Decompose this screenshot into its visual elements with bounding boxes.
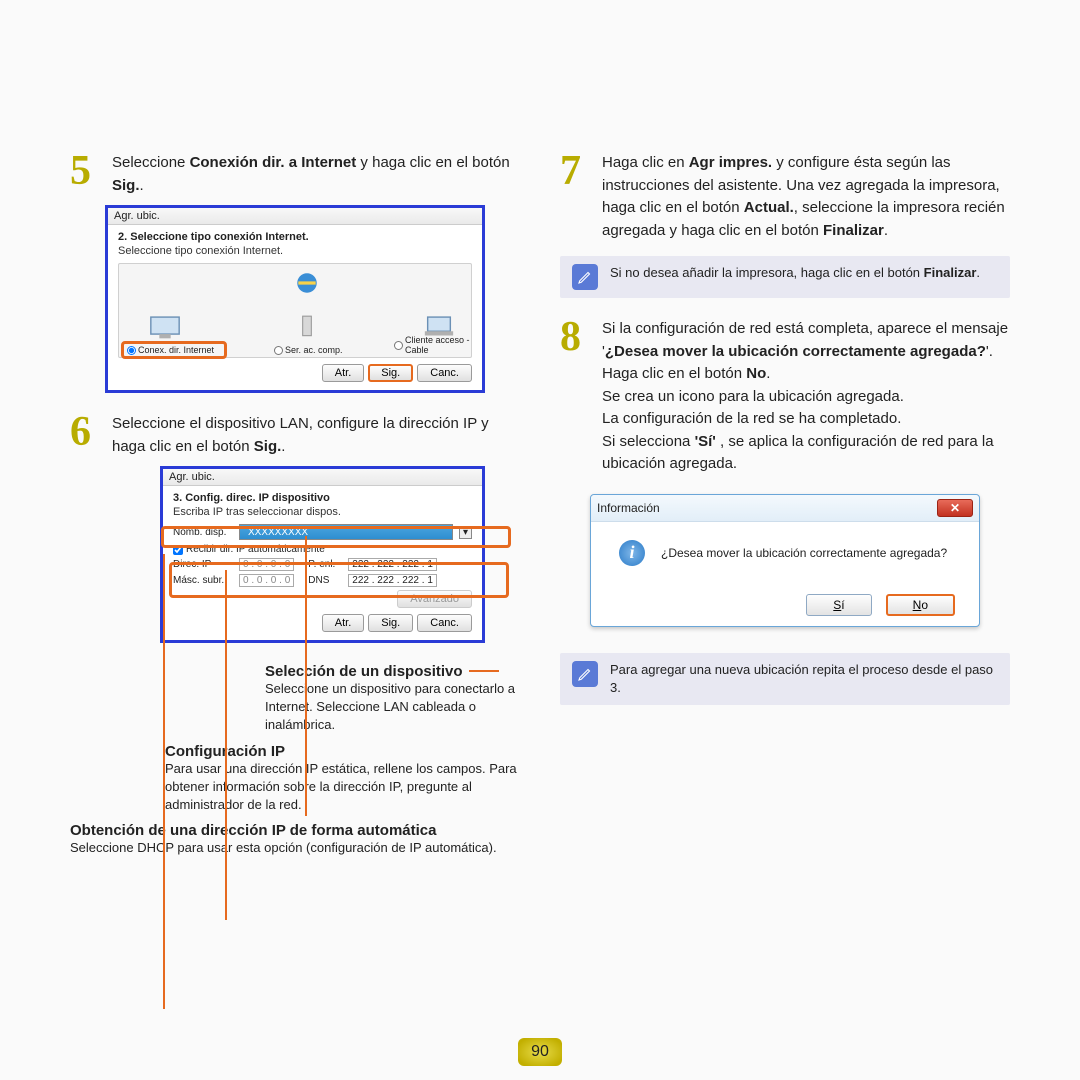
cancel-button[interactable]: Canc. [417,364,472,382]
callout-auto-ip: Obtención de una dirección IP de forma a… [70,822,520,857]
callout-ip-config: Configuración IP Para usar una dirección… [165,743,520,815]
wizard-step-subtitle: Escriba IP tras seleccionar dispos. [173,506,472,518]
step-5: 5 Seleccione Conexión dir. a Internet y … [70,150,520,197]
callout-heading: Selección de un dispositivo [265,663,463,680]
callout-heading: Configuración IP [165,743,520,760]
dialog-title: Información [597,501,660,515]
next-button[interactable]: Sig. [368,364,413,382]
highlight-option-direct [121,341,227,359]
screenshot-ip-config: Agr. ubic. 3. Config. direc. IP disposit… [160,466,485,643]
step-text: Haga clic en Agr impres. y configure ést… [602,150,1010,242]
t: Agr impres. [689,154,772,171]
back-button[interactable]: Atr. [322,364,365,382]
no-button[interactable]: No [886,594,955,616]
page-number: 90 [518,1038,562,1066]
t: . [884,222,888,239]
t: La configuración de la red se ha complet… [602,410,901,427]
step-number: 5 [70,150,102,197]
server-icon [287,314,327,348]
t: . [281,438,285,455]
network-diagram: Conex. dir. Internet Ser. ac. comp. Clie… [118,263,472,358]
callout-body: Seleccione un dispositivo para conectarl… [265,680,520,735]
t: Cliente acceso - Cable [405,335,471,355]
wizard-step-title: 2. Seleccione tipo conexión Internet. [118,231,472,243]
highlight-ip-rows [169,562,509,598]
t: . [140,177,144,194]
note-text: Para agregar una nueva ubicación repita … [610,661,998,697]
back-button[interactable]: Atr. [322,614,365,632]
t: í [841,598,844,612]
ie-icon [287,270,327,304]
t: Finalizar [823,222,884,239]
step-8: 8 Si la configuración de red está comple… [560,316,1010,476]
t: Actual. [744,199,794,216]
connector-line [225,570,227,920]
step-text: Seleccione Conexión dir. a Internet y ha… [112,150,520,197]
t: 'Sí' [695,433,716,450]
t: . [976,265,980,280]
t: Si no desea añadir la impresora, haga cl… [610,265,924,280]
option-cable-client[interactable]: Cliente acceso - Cable [394,335,471,355]
t: . [766,365,770,382]
note-repeat-process: Para agregar una nueva ubicación repita … [560,653,1010,705]
step-text: Si la configuración de red está completa… [602,316,1010,476]
highlight-device-row [161,526,511,548]
note-text: Si no desea añadir la impresora, haga cl… [610,264,980,282]
callout-heading: Obtención de una dirección IP de forma a… [70,822,520,839]
step-number: 7 [560,150,592,242]
connector-line [305,536,307,816]
callout-body: Para usar una dirección IP estática, rel… [165,760,520,815]
step-number: 8 [560,316,592,476]
info-icon: i [619,540,645,566]
step-6: 6 Seleccione el dispositivo LAN, configu… [70,411,520,458]
wizard-step-subtitle: Seleccione tipo conexión Internet. [118,245,472,257]
callout-body: Seleccione DHCP para usar esta opción (c… [70,839,520,857]
pencil-icon [572,264,598,290]
step-number: 6 [70,411,102,458]
pencil-icon [572,661,598,687]
t: ¿Desea mover la ubicación correctamente … [605,343,986,360]
t: Seleccione el dispositivo LAN, configure… [112,415,489,455]
t: N [913,598,922,612]
t: Sig. [254,438,282,455]
wizard-step-title: 3. Config. direc. IP dispositivo [173,492,472,504]
t: y haga clic en el botón [356,154,509,171]
dialog-information: Información ✕ i ¿Desea mover la ubicació… [590,494,980,627]
cancel-button[interactable]: Canc. [417,614,472,632]
next-button[interactable]: Sig. [368,614,413,632]
t: Sig. [112,177,140,194]
dialog-message: ¿Desea mover la ubicación correctamente … [661,546,947,560]
window-title: Agr. ubic. [108,208,482,225]
step-text: Seleccione el dispositivo LAN, configure… [112,411,520,458]
t: Si selecciona [602,433,695,450]
note-skip-printer: Si no desea añadir la impresora, haga cl… [560,256,1010,298]
callout-device-selection: Selección de un dispositivo Seleccione u… [265,661,520,735]
callout-rule [469,670,499,672]
t: Finalizar [924,265,977,280]
t: Ser. ac. comp. [285,345,343,355]
t: No [746,365,766,382]
option-shared-access[interactable]: Ser. ac. comp. [274,345,343,355]
t: o [921,598,928,612]
t: Seleccione [112,154,190,171]
connector-line [163,554,165,1009]
yes-button[interactable]: Sí [806,594,871,616]
t: Conexión dir. a Internet [190,154,357,171]
t: Se crea un icono para la ubicación agreg… [602,388,904,405]
screenshot-connection-type: Agr. ubic. 2. Seleccione tipo conexión I… [105,205,485,393]
close-button[interactable]: ✕ [937,499,973,517]
t: Haga clic en [602,154,689,171]
step-7: 7 Haga clic en Agr impres. y configure é… [560,150,1010,242]
window-title: Agr. ubic. [163,469,482,486]
